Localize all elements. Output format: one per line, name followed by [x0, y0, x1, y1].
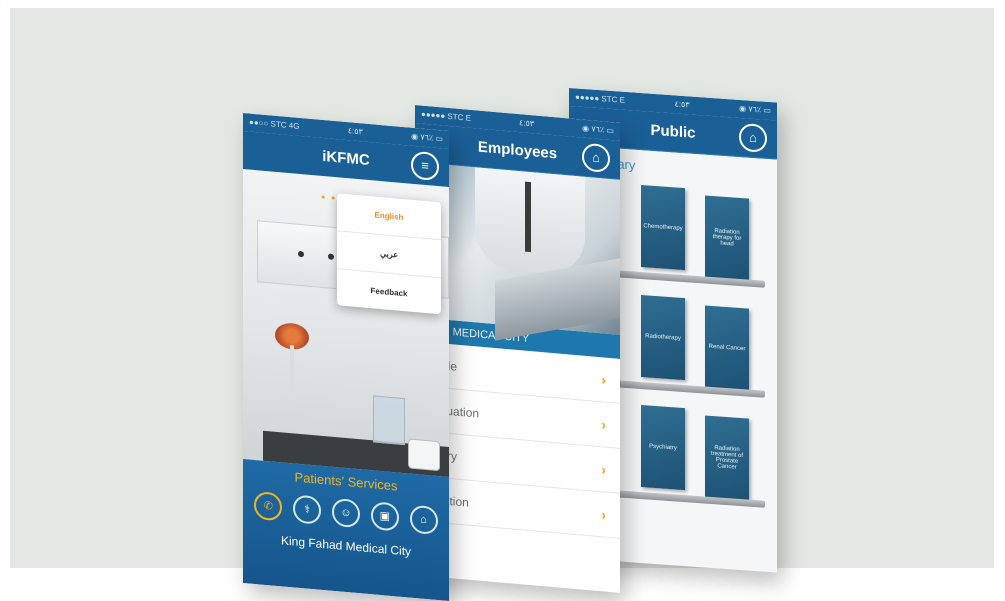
page-title: iKFMC [322, 147, 370, 170]
language-menu-popup: English عربي Feedback [337, 193, 441, 315]
book-card[interactable]: Renal Cancer [705, 305, 749, 391]
chevron-right-icon: › [601, 416, 606, 433]
hamburger-icon[interactable]: ≡ [411, 150, 439, 182]
book-card[interactable]: Radiation therapy for head [705, 195, 749, 281]
status-time: ٤:٥٣ [518, 118, 535, 129]
status-time: ٤:٥٣ [347, 126, 363, 137]
phone-icon[interactable]: ✆ [254, 490, 283, 522]
outlet-dot [328, 253, 334, 260]
chevron-right-icon: › [601, 461, 606, 478]
chevron-right-icon: › [601, 506, 606, 523]
book-card[interactable]: Psychiatry [641, 405, 685, 491]
status-time: ٤:٥٣ [674, 99, 690, 110]
patient-icon[interactable]: ☺ [331, 497, 360, 529]
clock-image [408, 438, 440, 472]
lanyard-image [525, 181, 531, 253]
briefcase-icon[interactable]: ▣ [370, 501, 399, 532]
home-icon[interactable]: ⌂ [739, 122, 767, 153]
ikfmc-screen: ●●○○ STC 4G ٤:٥٣ ◉ ٧٦٪ ▭ iKFMC ≡ ● ● ● E… [243, 113, 449, 601]
status-battery: ◉ ٧٦٪ ▭ [739, 103, 771, 116]
chevron-right-icon: › [601, 371, 606, 388]
page-title: Public [650, 121, 696, 142]
doctor-icon[interactable]: ⚕ [293, 494, 322, 525]
mockup-background: ●●●●● STC E ٤:٥٣ ◉ ٧٦٪ ▭ Public ⌂ rary C… [10, 8, 994, 601]
outlet-dot [298, 250, 304, 258]
home-icon[interactable]: ⌂ [409, 504, 438, 536]
home-icon[interactable]: ⌂ [582, 142, 610, 174]
book-card[interactable]: Chemotherapy [641, 185, 685, 271]
patients-services-panel: Patients' Services ✆ ⚕ ☺ ▣ ⌂ King Fahad … [243, 459, 449, 601]
vase-image [290, 345, 294, 401]
book-card[interactable]: Radiotherapy [641, 295, 685, 381]
book-card[interactable]: Radiation treatment of Prostate Cancer [705, 415, 749, 501]
page-title: Employees [477, 138, 558, 163]
glass-image [373, 395, 405, 446]
